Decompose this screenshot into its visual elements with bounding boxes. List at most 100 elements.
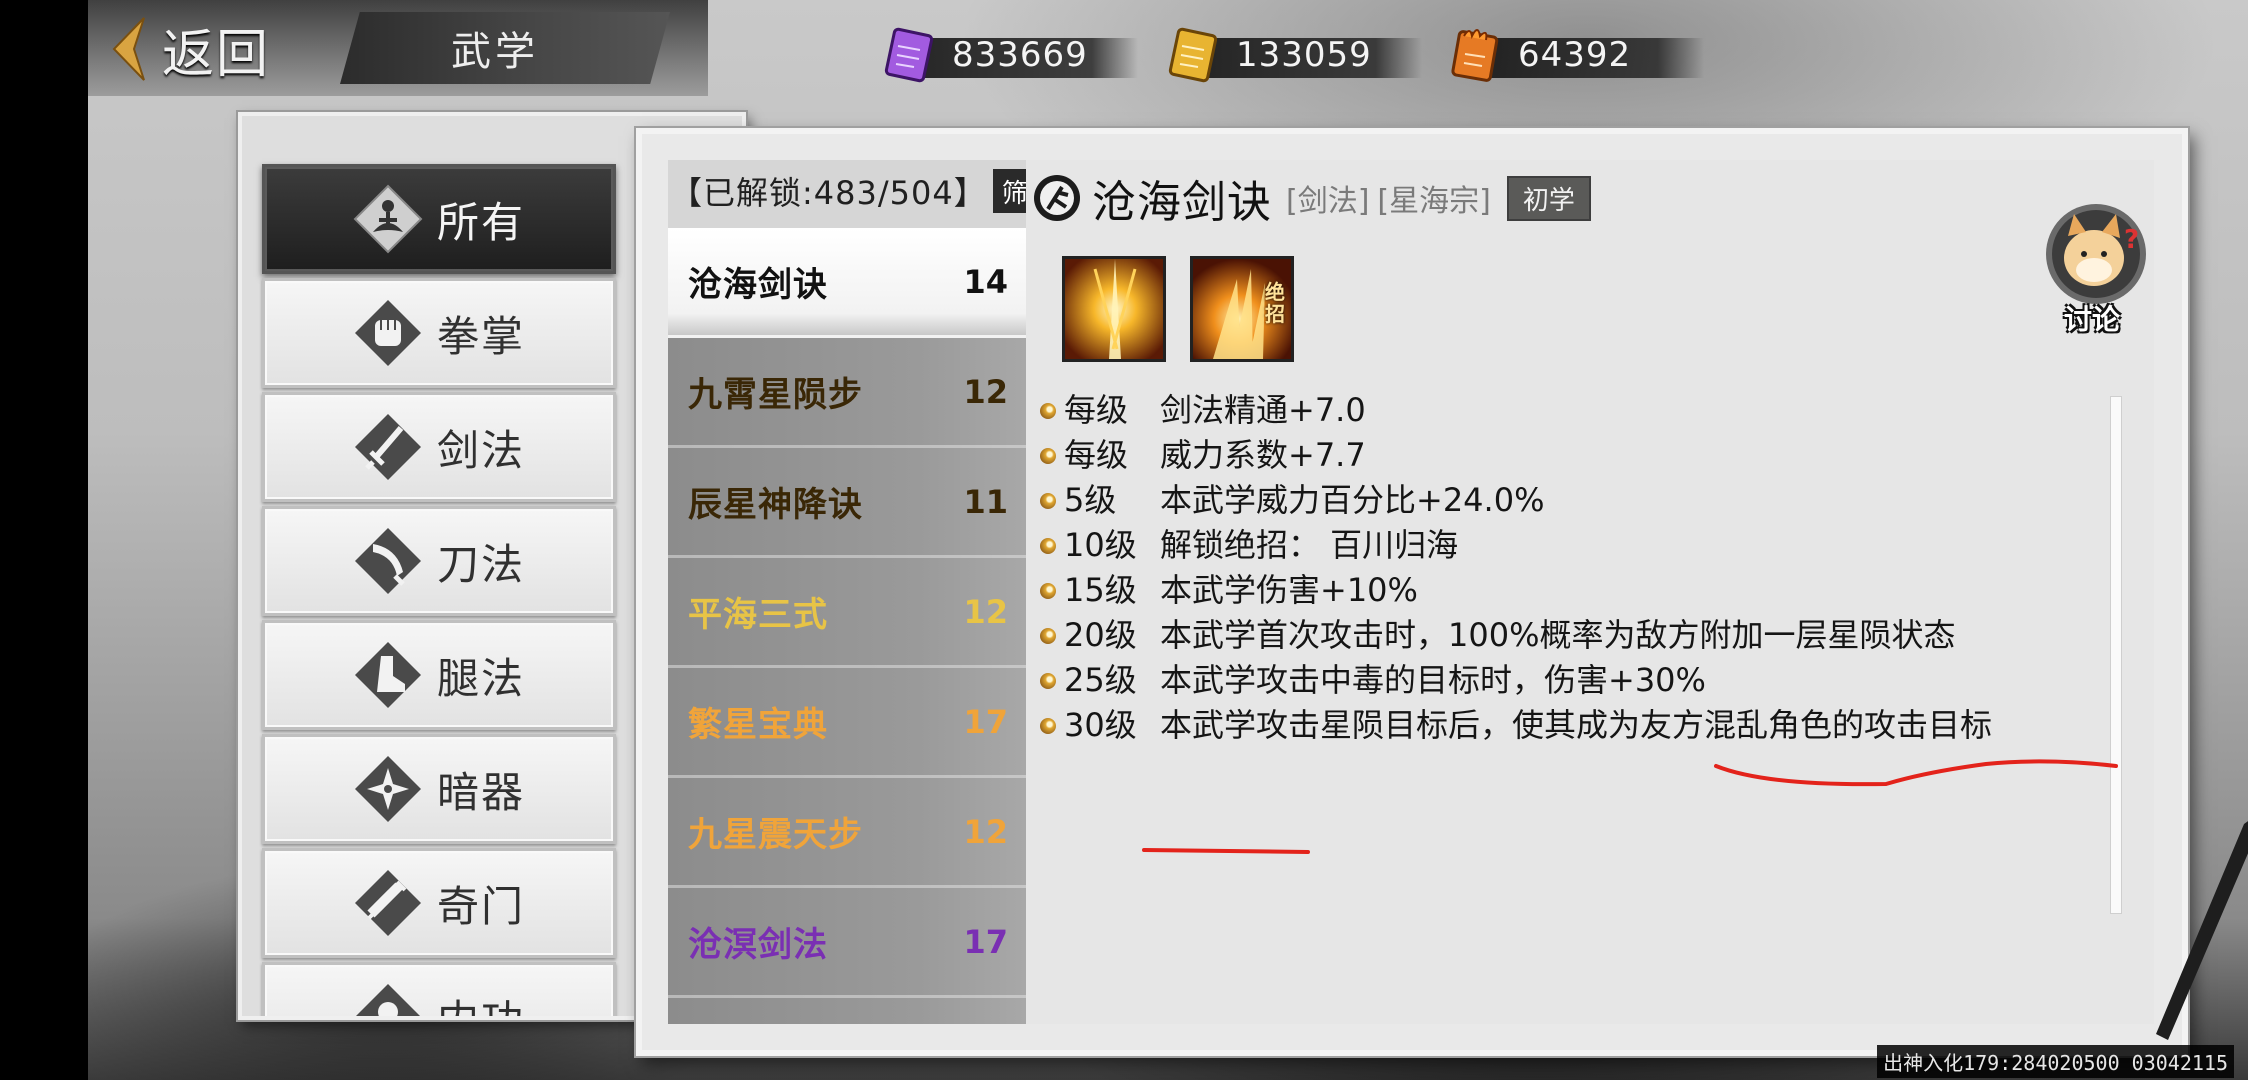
skill-row[interactable]: 九霄星陨步 12 [668, 338, 1026, 448]
skill-title: 沧海剑诀 [1092, 177, 1272, 228]
page-title-plate: 武学 [340, 12, 670, 84]
skill-level: 12 [963, 592, 1008, 631]
scroll-weapon-icon [354, 870, 421, 936]
skill-row[interactable]: 辰星神降诀 11 [668, 448, 1026, 558]
bonus-item: 30级 本武学攻击星陨目标后，使其成为友方混乱角色的攻击目标 [1040, 705, 2040, 745]
fist-icon [354, 300, 421, 366]
bonus-level: 每级 [1064, 436, 1129, 474]
bonus-level: 15级 [1064, 571, 1137, 609]
sword-light-icon [1065, 259, 1163, 359]
bonus-level: 25级 [1064, 661, 1137, 699]
bonus-text: 本武学首次攻击时，100%概率为敌方附加一层星陨状态 [1160, 616, 1956, 654]
skill-tag: [星海宗] [1377, 184, 1491, 219]
inner-power-icon [355, 984, 420, 1016]
skill-detail: 沧海剑诀 [剑法] [星海宗] 初学 ? 讨论 绝招 每级 剑法精通+7.0 每… [1026, 160, 2154, 1024]
skill-level: 11 [963, 482, 1008, 521]
bonus-text: 剑法精通+7.0 [1160, 391, 1366, 429]
skill-panel: 【已解锁:483/504】 筛 沧海剑诀 14 九霄星陨步 12 辰星神降诀 1… [636, 128, 2188, 1056]
currency-flame-value: 64392 [1518, 35, 1632, 75]
skill-name: 平海三式 [688, 595, 828, 635]
category-label: 拳掌 [436, 311, 525, 361]
skill-name: 沧溟剑法 [688, 925, 828, 965]
discuss-label[interactable]: 讨论 [2064, 298, 2120, 338]
skill-name: 繁星宝典 [688, 705, 828, 745]
bonus-level: 10级 [1064, 526, 1137, 564]
currency-gold-value: 133059 [1236, 35, 1372, 75]
flame-scroll-icon [1451, 29, 1499, 82]
back-label: 返回 [162, 24, 271, 85]
mastery-badge: 初学 [1506, 175, 1591, 221]
category-label: 刀法 [436, 539, 525, 589]
skill-name: 辰星神降诀 [688, 485, 863, 525]
bonus-level: 30级 [1064, 706, 1137, 744]
skill-tag: [剑法] [1286, 184, 1370, 219]
back-button[interactable]: 返回 [108, 14, 328, 85]
chevron-left-icon [112, 17, 145, 81]
bonus-text: 本武学伤害+10% [1160, 571, 1418, 609]
category-kick[interactable]: 腿法 [262, 620, 616, 730]
skill-row[interactable]: 平海三式 12 [668, 558, 1026, 668]
skill-name: 九星震天步 [688, 815, 863, 855]
unlock-counter: 【已解锁:483/504】 筛 [670, 166, 1037, 216]
skill-row[interactable]: 沧溟剑法 17 [668, 888, 1026, 998]
bonus-item: 20级 本武学首次攻击时，100%概率为敌方附加一层星陨状态 [1040, 615, 2040, 655]
bonus-text: 本武学攻击星陨目标后，使其成为友方混乱角色的攻击目标 [1160, 706, 1993, 744]
shuriken-icon [354, 756, 421, 822]
category-label: 暗器 [436, 767, 525, 817]
skill-row[interactable]: 繁星宝典 17 [668, 668, 1026, 778]
bonus-level: 20级 [1064, 616, 1137, 654]
skill-list[interactable]: 沧海剑诀 14 九霄星陨步 12 辰星神降诀 11 平海三式 12 繁星宝典 1… [668, 228, 1026, 1024]
category-all[interactable]: 所有 [262, 164, 616, 274]
category-sword[interactable]: 剑法 [262, 392, 616, 502]
move-card-ultimate[interactable]: 绝招 [1190, 256, 1294, 362]
saber-icon [354, 528, 421, 594]
bonus-item: 25级 本武学攻击中毒的目标时，伤害+30% [1040, 660, 2040, 700]
bonus-text: 本武学威力百分比+24.0% [1160, 481, 1545, 519]
bonus-list: 每级 剑法精通+7.0 每级 威力系数+7.7 5级 本武学威力百分比+24.0… [1040, 390, 2040, 750]
currency-purple-value: 833669 [952, 35, 1088, 75]
bonus-item: 每级 剑法精通+7.0 [1040, 390, 2040, 430]
svg-text:?: ? [2124, 225, 2139, 255]
gold-scroll-icon [1168, 27, 1218, 83]
skill-row[interactable]: 九星震天步 12 [668, 778, 1026, 888]
skill-row[interactable]: 沧海剑诀 14 [668, 228, 1026, 338]
currency-flame[interactable]: 64392 [1444, 20, 1704, 90]
skill-name: 沧海剑诀 [688, 265, 828, 305]
bonus-level: 每级 [1064, 391, 1129, 429]
game-scene: 返回 武学 833669 133059 64392 所有 拳掌 剑法 刀法 腿法… [88, 0, 2248, 1080]
bonus-item: 10级 解锁绝招： 百川归海 [1040, 525, 2040, 565]
sword-icon [354, 414, 421, 480]
category-label: 内功 [436, 995, 525, 1020]
ultimate-tag: 绝招 [1265, 280, 1285, 326]
bonus-text: 本武学攻击中毒的目标时，伤害+30% [1160, 661, 1706, 699]
category-exotic[interactable]: 奇门 [262, 848, 616, 958]
skill-level: 17 [963, 922, 1008, 961]
currency-gold[interactable]: 133059 [1162, 20, 1422, 90]
meditation-icon [353, 184, 423, 254]
bonus-level: 5级 [1064, 481, 1117, 519]
category-hidden-weapon[interactable]: 暗器 [262, 734, 616, 844]
skill-level: 12 [963, 812, 1008, 851]
sword-decoration-icon [2156, 821, 2248, 1040]
skill-level: 12 [963, 372, 1008, 411]
category-label: 所有 [436, 197, 525, 247]
unlock-text: 【已解锁:483/504】 [670, 174, 987, 212]
category-saber[interactable]: 刀法 [262, 506, 616, 616]
category-label: 剑法 [436, 425, 525, 475]
skill-type-icon [1034, 175, 1080, 221]
category-fist[interactable]: 拳掌 [262, 278, 616, 388]
skill-level: 17 [963, 702, 1008, 741]
purple-scroll-icon [884, 27, 934, 83]
currency-purple[interactable]: 833669 [878, 20, 1138, 90]
page-title: 武学 [451, 29, 539, 75]
skill-level: 14 [963, 262, 1008, 301]
bonus-text: 威力系数+7.7 [1160, 436, 1366, 474]
bonus-item: 每级 威力系数+7.7 [1040, 435, 2040, 475]
detail-scrollbar[interactable] [2110, 396, 2122, 914]
move-card-basic[interactable] [1062, 256, 1166, 362]
category-inner-power[interactable]: 内功 [262, 962, 616, 1020]
category-label: 腿法 [436, 653, 525, 703]
boot-icon [354, 642, 421, 708]
category-label: 奇门 [436, 881, 525, 931]
bonus-text: 解锁绝招： 百川归海 [1160, 526, 1459, 564]
